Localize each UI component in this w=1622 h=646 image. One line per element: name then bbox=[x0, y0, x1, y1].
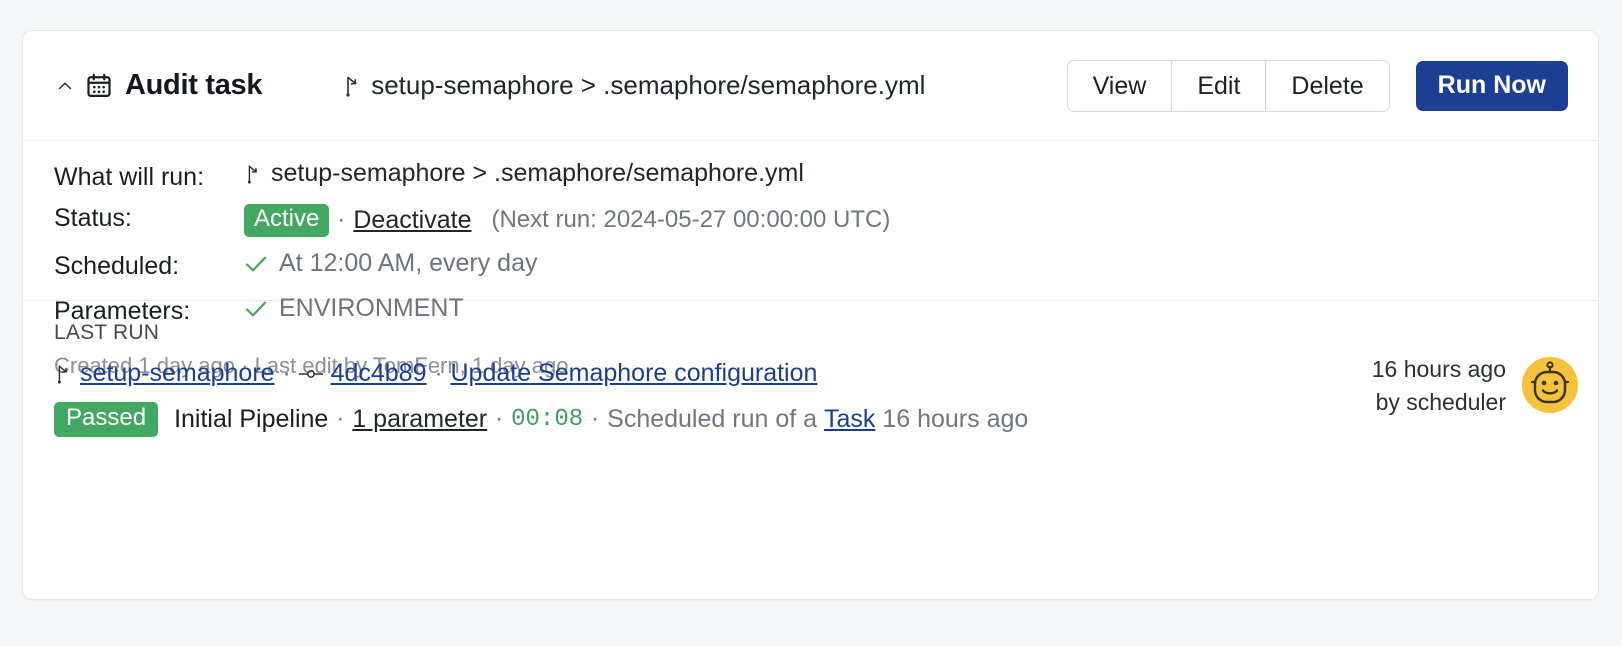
header-path-text: setup-semaphore > .semaphore/semaphore.y… bbox=[371, 70, 926, 100]
task-details: What will run: setup-semaphore > .semaph… bbox=[23, 141, 1598, 378]
branch-link[interactable]: setup-semaphore bbox=[80, 359, 275, 388]
git-branch-icon bbox=[342, 74, 362, 98]
git-commit-icon bbox=[298, 366, 323, 382]
status-value: Active · Deactivate (Next run: 2024-05-2… bbox=[244, 204, 890, 237]
separator: · bbox=[591, 405, 600, 433]
scheduled-row: Scheduled: At 12:00 AM, every day bbox=[54, 249, 1565, 294]
last-run-meta: 16 hours ago by scheduler bbox=[1372, 353, 1506, 420]
chevron-up-icon[interactable] bbox=[56, 77, 74, 95]
header-workflow-path: setup-semaphore > .semaphore/semaphore.y… bbox=[342, 70, 925, 101]
header-actions: View Edit Delete Run Now bbox=[1066, 59, 1568, 112]
commit-hash-link[interactable]: 4dc4b89 bbox=[331, 359, 427, 388]
status-badge: Active bbox=[244, 204, 330, 237]
last-run-heading: LAST RUN bbox=[54, 321, 160, 344]
trigger-prefix: Scheduled run of a bbox=[607, 404, 818, 433]
page-title: Audit task bbox=[125, 69, 263, 101]
last-run-status-row: Passed Initial Pipeline · 1 parameter · … bbox=[54, 402, 1565, 437]
separator: · bbox=[336, 405, 345, 433]
scheduled-label: Scheduled: bbox=[54, 251, 180, 280]
last-run-links: setup-semaphore · 4dc4b89 · Update Semap… bbox=[54, 359, 1565, 388]
scheduled-text: At 12:00 AM, every day bbox=[279, 249, 538, 277]
commit-message-link[interactable]: Update Semaphore configuration bbox=[451, 359, 818, 388]
next-run-text: (Next run: 2024-05-27 00:00:00 UTC) bbox=[491, 206, 891, 234]
view-button[interactable]: View bbox=[1067, 60, 1173, 111]
deactivate-link[interactable]: Deactivate bbox=[353, 206, 471, 235]
separator: · bbox=[282, 359, 291, 387]
git-branch-icon bbox=[244, 163, 262, 185]
separator: · bbox=[434, 359, 443, 387]
separator: · bbox=[495, 405, 504, 433]
card-header: Audit task setup-semaphore > .semaphore/… bbox=[23, 31, 1598, 141]
delete-button[interactable]: Delete bbox=[1266, 60, 1389, 111]
edit-button[interactable]: Edit bbox=[1172, 60, 1267, 111]
pipeline-name: Initial Pipeline bbox=[174, 404, 329, 433]
status-label: Status: bbox=[54, 204, 132, 232]
last-run-author: by scheduler bbox=[1375, 389, 1506, 416]
status-separator: · bbox=[337, 206, 346, 234]
what-will-run-label: What will run: bbox=[54, 162, 205, 191]
task-card: Audit task setup-semaphore > .semaphore/… bbox=[22, 30, 1599, 600]
scheduled-value: At 12:00 AM, every day bbox=[244, 249, 537, 278]
segmented-button-group: View Edit Delete bbox=[1066, 59, 1390, 112]
git-branch-icon bbox=[54, 363, 72, 385]
task-link[interactable]: Task bbox=[824, 405, 875, 434]
robot-avatar-icon bbox=[1522, 357, 1578, 413]
what-will-run-row: What will run: setup-semaphore > .semaph… bbox=[54, 159, 1565, 204]
status-row: Status: Active · Deactivate (Next run: 2… bbox=[54, 204, 1565, 249]
calendar-icon bbox=[84, 71, 114, 101]
last-run-section: LAST RUN setup-semaphore · 4dc4b89 · Upd… bbox=[23, 301, 1598, 461]
what-will-run-text: setup-semaphore > .semaphore/semaphore.y… bbox=[271, 159, 804, 187]
parameters-link[interactable]: 1 parameter bbox=[352, 405, 487, 434]
run-duration: 00:08 bbox=[511, 405, 584, 433]
last-run-time: 16 hours ago bbox=[1371, 356, 1506, 382]
run-now-button[interactable]: Run Now bbox=[1415, 60, 1568, 111]
what-will-run-value: setup-semaphore > .semaphore/semaphore.y… bbox=[244, 159, 804, 188]
status-badge: Passed bbox=[54, 402, 159, 437]
check-icon bbox=[244, 254, 268, 274]
trigger-time: 16 hours ago bbox=[882, 404, 1029, 433]
